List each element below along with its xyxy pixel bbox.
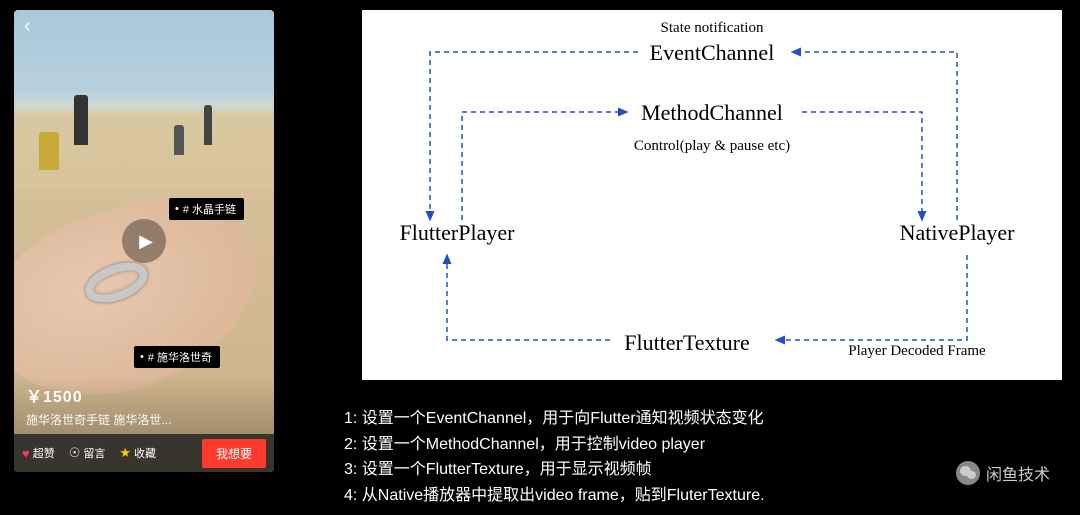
action-bar: ♥超赞 ☉留言 ★收藏 我想要 bbox=[14, 434, 274, 472]
description: 施华洛世奇手链 施华洛世... bbox=[26, 411, 262, 428]
wechat-brand: 闲鱼技术 bbox=[956, 461, 1050, 485]
price-area: ￥1500 施华洛世奇手链 施华洛世... bbox=[14, 375, 274, 434]
note-line: 3: 设置一个FlutterTexture，用于显示视频帧 bbox=[344, 457, 765, 483]
method-channel-node: MethodChannel bbox=[641, 100, 783, 125]
note-line: 1: 设置一个EventChannel，用于向Flutter通知视频状态变化 bbox=[344, 406, 765, 432]
beach-person bbox=[174, 125, 184, 155]
decoded-frame-label: Player Decoded Frame bbox=[848, 343, 986, 359]
arrow-nativeplayer-to-event bbox=[792, 52, 957, 220]
play-button[interactable]: ▶ bbox=[122, 219, 166, 263]
comment-icon: ☉ bbox=[69, 445, 81, 461]
favorite-button[interactable]: ★收藏 bbox=[119, 445, 156, 461]
back-icon[interactable]: ‹ bbox=[24, 16, 31, 38]
phone-mockup: ‹ ⋯ ▶ # 水晶手链 # 施华洛世奇 ￥1500 施华洛世奇手链 施华洛世.… bbox=[14, 10, 274, 472]
product-tag[interactable]: # 水晶手链 bbox=[169, 198, 244, 220]
like-button[interactable]: ♥超赞 bbox=[22, 445, 55, 461]
native-player-node: NativePlayer bbox=[900, 220, 1016, 245]
state-notification-label: State notification bbox=[661, 20, 764, 36]
like-label: 超赞 bbox=[33, 445, 55, 461]
note-line: 2: 设置一个MethodChannel，用于控制video player bbox=[344, 432, 765, 458]
control-label: Control(play & pause etc) bbox=[634, 138, 790, 154]
want-button[interactable]: 我想要 bbox=[202, 439, 266, 468]
beach-person bbox=[204, 105, 212, 145]
heart-icon: ♥ bbox=[22, 446, 30, 461]
fav-label: 收藏 bbox=[134, 445, 156, 461]
flutter-player-node: FlutterPlayer bbox=[400, 220, 516, 245]
price: ￥1500 bbox=[26, 383, 262, 407]
notes-list: 1: 设置一个EventChannel，用于向Flutter通知视频状态变化 2… bbox=[344, 406, 765, 508]
star-icon: ★ bbox=[119, 445, 131, 461]
brand-text: 闲鱼技术 bbox=[986, 461, 1050, 485]
wechat-icon bbox=[956, 461, 980, 485]
comment-button[interactable]: ☉留言 bbox=[69, 445, 106, 461]
arrow-nativeplayer-to-texture bbox=[776, 255, 967, 340]
arrow-method-to-nativeplayer bbox=[802, 112, 922, 220]
note-line: 4: 从Native播放器中提取出video frame，贴到FluterTex… bbox=[344, 483, 765, 509]
architecture-diagram: State notification EventChannel MethodCh… bbox=[362, 10, 1062, 380]
arrow-flutterplayer-to-method bbox=[462, 112, 627, 220]
comment-label: 留言 bbox=[83, 445, 105, 461]
beach-person bbox=[39, 132, 59, 170]
arrow-texture-to-flutterplayer bbox=[447, 255, 610, 340]
arrow-event-to-flutterplayer bbox=[430, 52, 638, 220]
flutter-texture-node: FlutterTexture bbox=[624, 330, 750, 355]
product-tag[interactable]: # 施华洛世奇 bbox=[134, 346, 220, 368]
beach-person bbox=[74, 95, 88, 145]
event-channel-node: EventChannel bbox=[650, 40, 775, 65]
